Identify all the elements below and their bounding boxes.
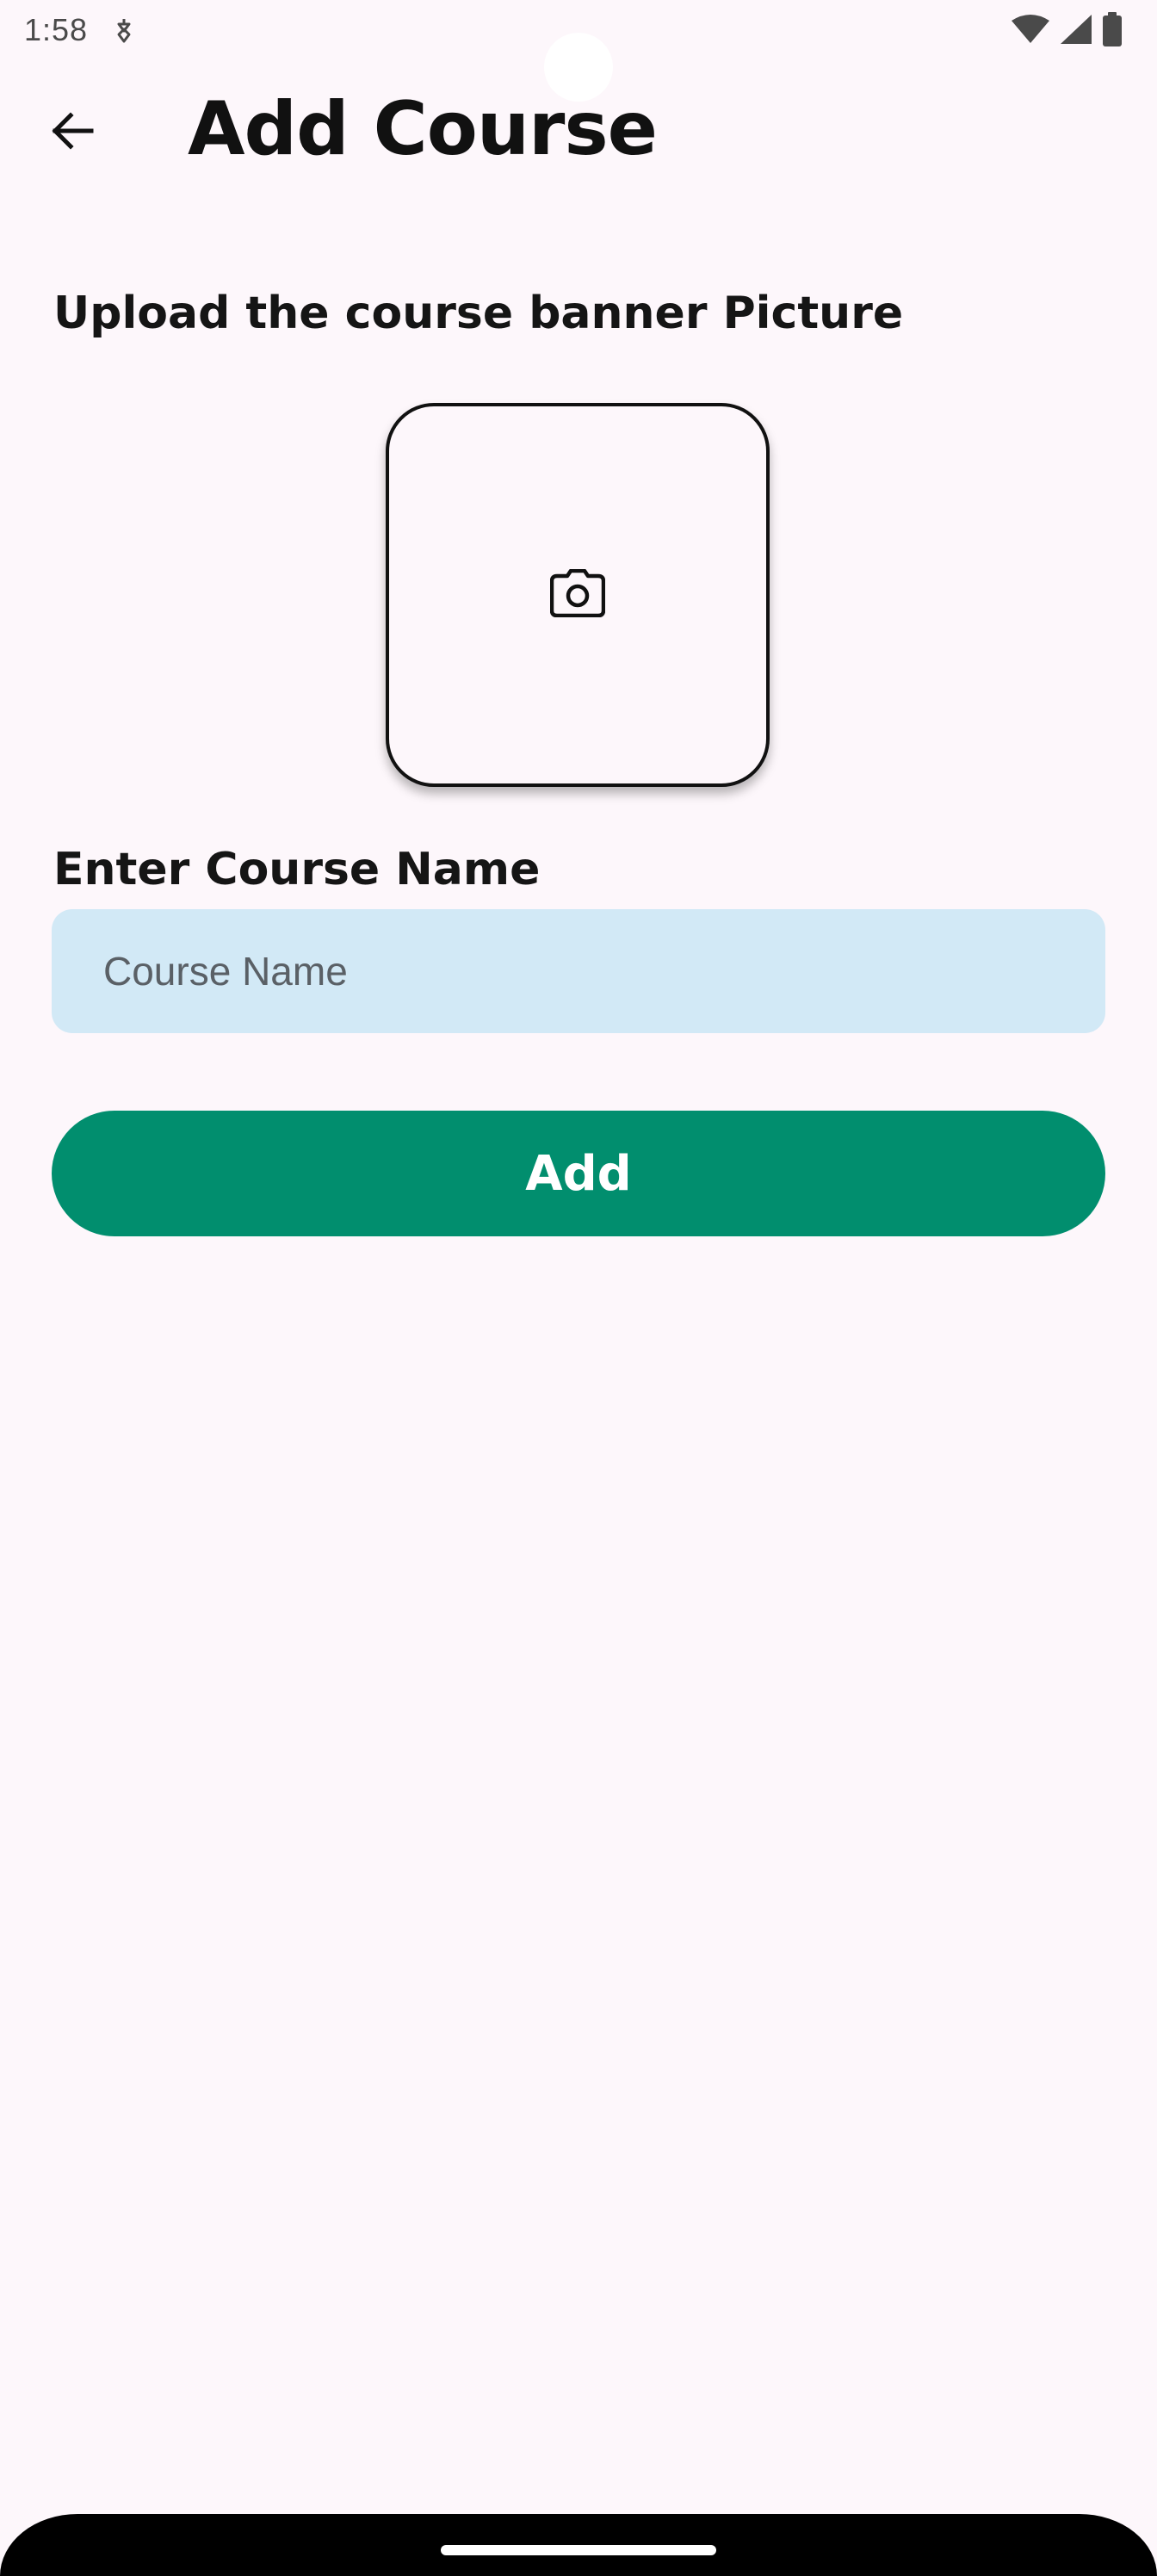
arrow-back-icon	[48, 107, 96, 158]
add-course-screen: 1:58 Add Course Upload the course banner…	[0, 0, 1157, 2576]
back-button[interactable]	[38, 98, 107, 167]
camera-icon	[549, 568, 606, 621]
banner-upload-label: Upload the course banner Picture	[53, 288, 904, 339]
signal-icon	[1059, 13, 1093, 49]
course-name-label: Enter Course Name	[53, 844, 541, 895]
app-bar: Add Course	[0, 69, 1157, 198]
status-icons	[1011, 12, 1123, 50]
add-button[interactable]: Add	[52, 1111, 1105, 1236]
wifi-icon	[1011, 14, 1050, 48]
course-name-input[interactable]	[52, 909, 1105, 1033]
gesture-nav-bar	[0, 2514, 1157, 2576]
notification-icon	[110, 15, 138, 46]
banner-upload-button[interactable]	[386, 403, 770, 787]
status-time: 1:58	[24, 12, 89, 47]
page-title: Add Course	[188, 86, 658, 172]
home-handle[interactable]	[441, 2545, 716, 2555]
battery-icon	[1102, 12, 1123, 50]
status-bar: 1:58	[0, 0, 1157, 102]
